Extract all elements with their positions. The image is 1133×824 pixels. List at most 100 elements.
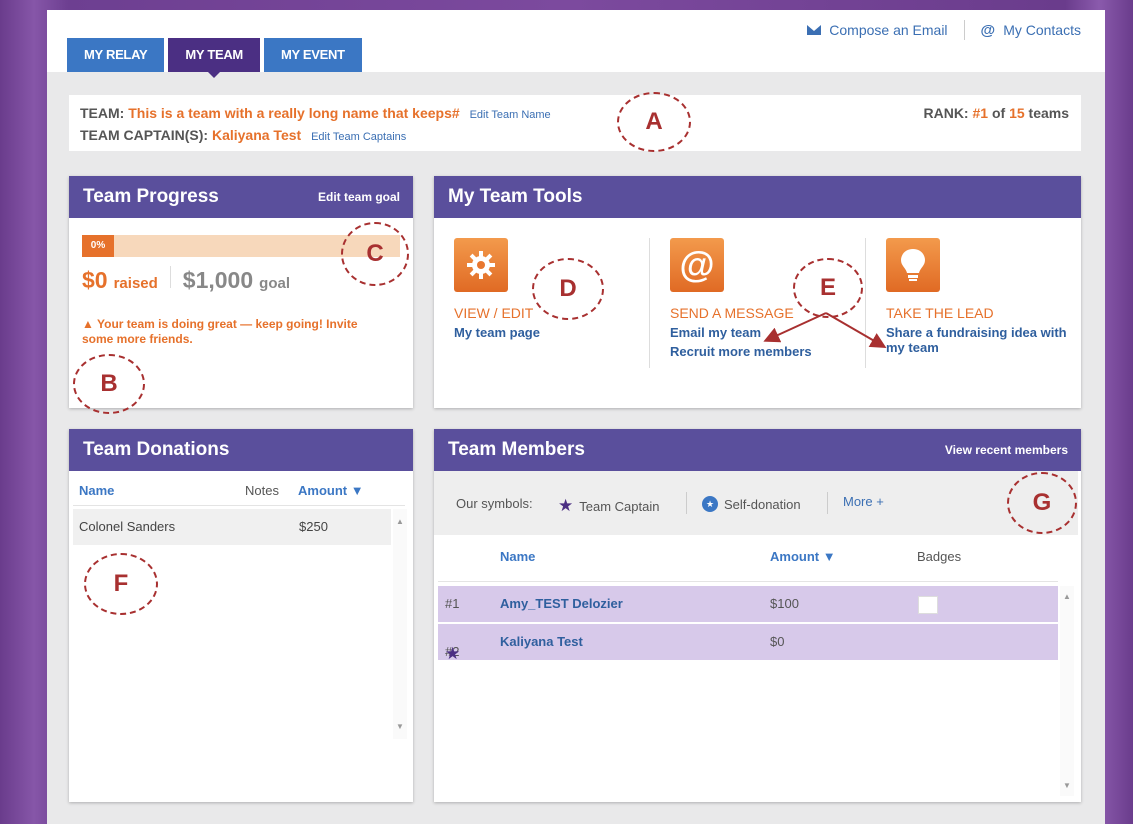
tab-my-team[interactable]: MY TEAM	[168, 38, 260, 78]
table-row[interactable]: #1 Amy_TEST Delozier $100	[438, 586, 1058, 622]
symbol-team-captain-label: Team Captain	[579, 498, 660, 514]
scroll-up-icon[interactable]: ▲	[1063, 592, 1071, 601]
badge-image	[918, 596, 938, 614]
rank-label: RANK:	[923, 105, 969, 121]
edit-team-goal-link[interactable]: Edit team goal	[318, 176, 400, 218]
members-col-name[interactable]: Name	[500, 549, 535, 564]
at-sign-icon[interactable]: @	[670, 238, 724, 292]
compose-email-label: Compose an Email	[829, 22, 948, 38]
members-col-badges: Badges	[917, 549, 962, 564]
goal-amount: $1,000	[182, 267, 254, 293]
star-icon: ★	[558, 496, 574, 515]
annotation-f: F	[84, 553, 158, 615]
top-bar: MY RELAY MY TEAM MY EVENT Compose an Ema…	[47, 10, 1105, 78]
rank-value: #1	[972, 105, 989, 121]
donations-col-amount[interactable]: Amount ▼	[298, 483, 364, 498]
donation-amount: $250	[299, 519, 328, 534]
team-captain-line: TEAM CAPTAIN(S): Kaliyana Test Edit Team…	[80, 127, 406, 143]
my-contacts-label: My Contacts	[1003, 22, 1081, 38]
divider	[963, 20, 965, 40]
my-contacts-link[interactable]: @ My Contacts	[981, 22, 1081, 39]
tool-take-lead-title: TAKE THE LEAD	[886, 305, 994, 321]
tab-my-event[interactable]: MY EVENT	[263, 38, 362, 72]
team-members-panel: Team Members View recent members Our sym…	[434, 429, 1081, 802]
page: MY RELAY MY TEAM MY EVENT Compose an Ema…	[47, 10, 1105, 824]
raised-amount: $0	[82, 267, 108, 293]
edit-captains-link[interactable]: Edit Team Captains	[311, 131, 406, 143]
top-links: Compose an Email @ My Contacts	[807, 20, 1081, 40]
self-donation-icon: ★	[702, 496, 718, 512]
annotation-g: G	[1007, 472, 1077, 534]
annotation-d: D	[532, 258, 604, 320]
more-symbols-link[interactable]: More +	[843, 494, 884, 509]
team-tools-panel: My Team Tools VIEW / EDIT My team page @…	[434, 176, 1081, 408]
tool-take-lead: TAKE THE LEAD Share a fundraising idea w…	[886, 238, 1071, 355]
scroll-down-icon[interactable]: ▼	[396, 722, 404, 731]
members-col-amount[interactable]: Amount ▼	[770, 549, 836, 564]
email-my-team-link[interactable]: Email my team	[670, 325, 870, 340]
team-name: This is a team with a really long name t…	[128, 105, 460, 121]
divider	[686, 492, 687, 514]
edit-team-name-link[interactable]: Edit Team Name	[470, 109, 551, 121]
thumbs-up-icon: ▲	[82, 317, 94, 331]
table-row: Colonel Sanders $250	[73, 509, 391, 545]
symbols-bar: Our symbols: ★ Team Captain ★ Self-donat…	[434, 471, 1078, 535]
gear-icon[interactable]	[454, 238, 508, 292]
divider	[73, 505, 405, 506]
member-rank: #1	[445, 596, 460, 611]
nav-tabs: MY RELAY MY TEAM MY EVENT	[67, 38, 362, 78]
team-members-title: Team Members	[448, 439, 585, 460]
scroll-up-icon[interactable]: ▲	[396, 517, 404, 526]
encouragement-text: Your team is doing great — keep going! I…	[82, 317, 358, 346]
team-tools-header: My Team Tools	[434, 176, 1081, 218]
annotation-a: A	[617, 92, 691, 152]
donations-scrollbar[interactable]: ▲ ▼	[393, 509, 407, 739]
star-icon: ★	[445, 644, 461, 663]
symbol-self-donation: ★ Self-donation	[702, 496, 801, 512]
divider	[169, 266, 171, 288]
team-donations-panel: Team Donations Name Notes Amount ▼ Colon…	[69, 429, 413, 802]
team-members-header: Team Members View recent members	[434, 429, 1081, 471]
share-idea-link[interactable]: Share a fundraising idea with my team	[886, 325, 1071, 355]
raised-label: raised	[113, 275, 158, 292]
symbol-team-captain: ★ Team Captain	[558, 496, 659, 516]
at-sign-icon: @	[980, 21, 996, 39]
annotation-b: B	[73, 354, 145, 414]
encouragement-message: ▲ Your team is doing great — keep going!…	[82, 317, 382, 347]
recruit-members-link[interactable]: Recruit more members	[670, 344, 870, 359]
captain-label: TEAM CAPTAIN(S):	[80, 127, 209, 143]
member-amount: $0	[770, 634, 785, 649]
progress-fill: 0%	[82, 235, 114, 257]
rank-suffix: teams	[1028, 105, 1069, 121]
member-name-link[interactable]: Amy_TEST Delozier	[500, 596, 623, 611]
scroll-down-icon[interactable]: ▼	[1063, 781, 1071, 790]
team-label: TEAM:	[80, 105, 125, 121]
annotation-e: E	[793, 258, 863, 318]
team-rank: RANK: #1 of 15 teams	[923, 105, 1069, 121]
divider	[649, 238, 650, 368]
team-donations-header: Team Donations	[69, 429, 413, 471]
progress-amounts: $0 raised $1,000 goal	[82, 266, 290, 294]
envelope-icon	[807, 25, 822, 35]
team-info-strip: TEAM: This is a team with a really long …	[69, 95, 1081, 151]
team-name-line: TEAM: This is a team with a really long …	[80, 105, 551, 121]
lightbulb-icon[interactable]	[886, 238, 940, 292]
table-row[interactable]: #2 ★ Kaliyana Test $0	[438, 624, 1058, 663]
compose-email-link[interactable]: Compose an Email	[807, 22, 948, 38]
team-donations-title: Team Donations	[83, 439, 230, 460]
donations-col-notes: Notes	[245, 483, 279, 498]
divider	[438, 581, 1058, 582]
divider	[827, 492, 828, 514]
members-scrollbar[interactable]: ▲ ▼	[1060, 586, 1074, 796]
donor-name: Colonel Sanders	[79, 519, 176, 534]
member-amount: $100	[770, 596, 799, 611]
view-recent-members-link[interactable]: View recent members	[945, 429, 1068, 471]
my-team-page-link[interactable]: My team page	[454, 325, 654, 340]
team-tools-title: My Team Tools	[448, 186, 583, 207]
tab-my-relay[interactable]: MY RELAY	[67, 38, 165, 72]
team-progress-header: Team Progress Edit team goal	[69, 176, 413, 218]
donations-col-name[interactable]: Name	[79, 483, 114, 498]
rank-of: of	[991, 105, 1006, 121]
member-name-link[interactable]: Kaliyana Test	[500, 634, 583, 649]
symbols-label: Our symbols:	[456, 496, 533, 511]
